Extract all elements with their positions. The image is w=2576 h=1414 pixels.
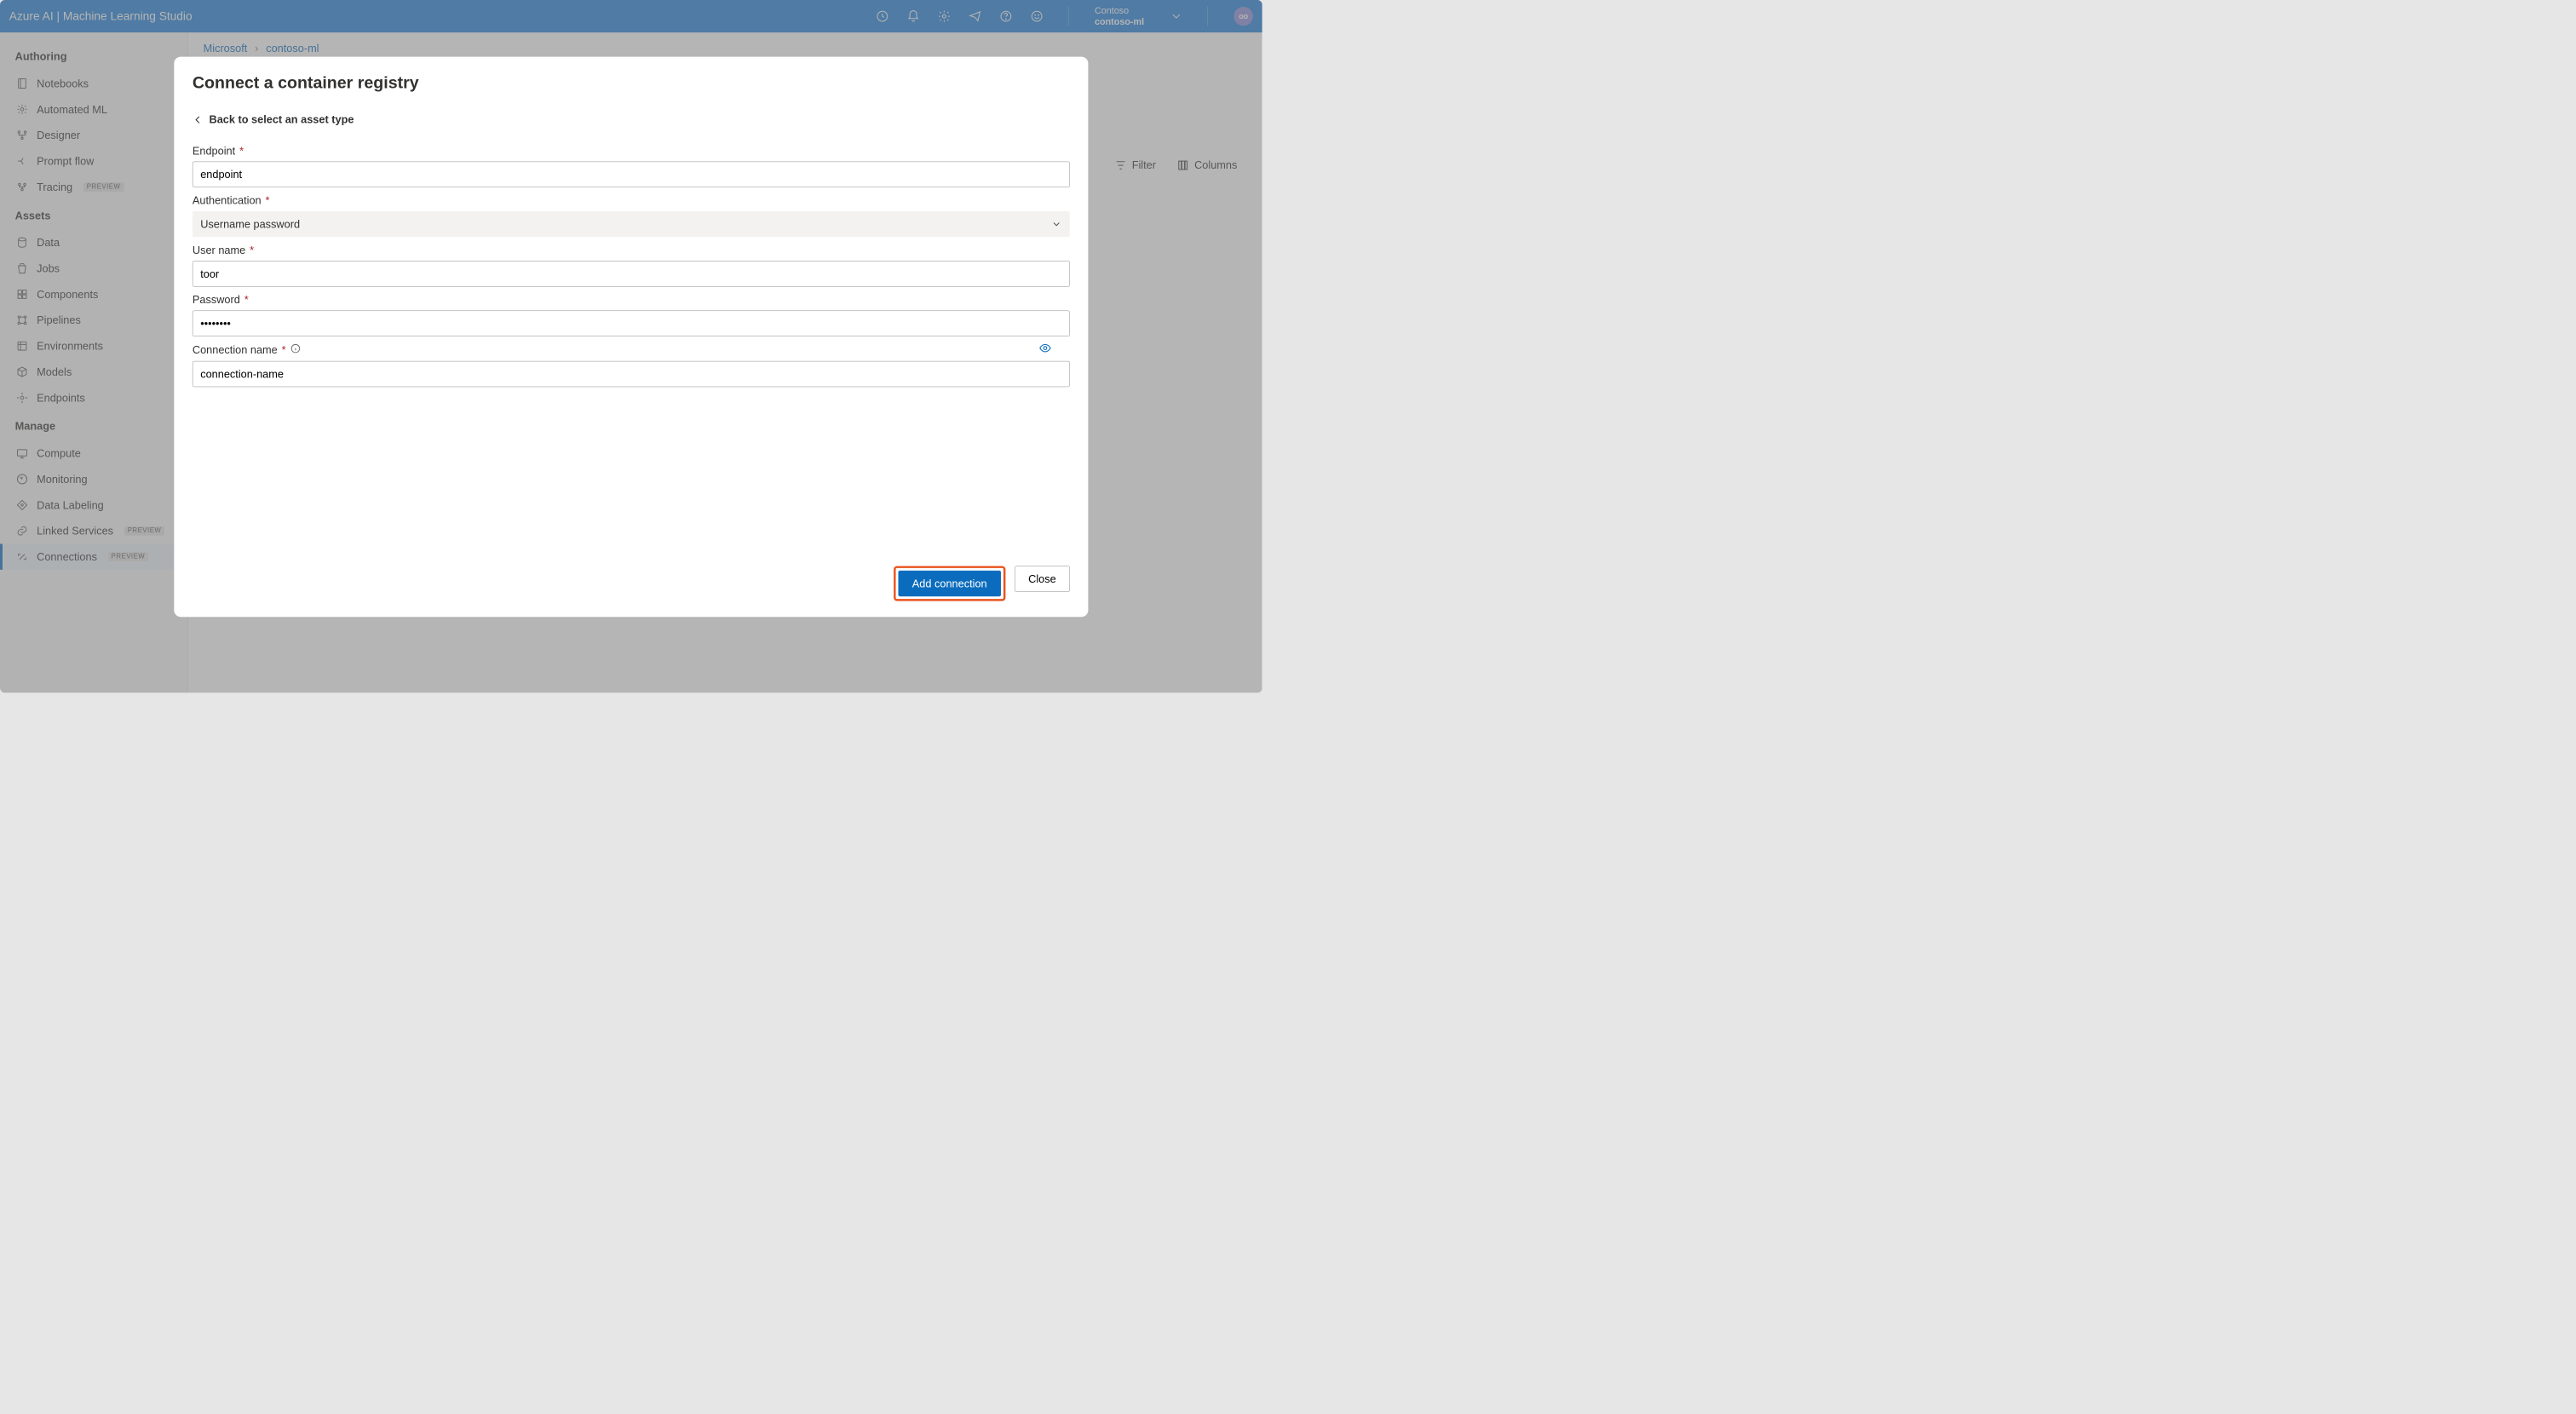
- password-input[interactable]: [193, 311, 1070, 336]
- info-icon[interactable]: [290, 343, 302, 357]
- authentication-select[interactable]: Username password: [193, 211, 1070, 237]
- visibility-toggle-icon[interactable]: [1039, 342, 1052, 355]
- back-link-label: Back to select an asset type: [209, 113, 354, 126]
- back-link[interactable]: Back to select an asset type: [193, 113, 1070, 126]
- password-label: Password*: [193, 293, 1070, 306]
- username-input[interactable]: [193, 261, 1070, 286]
- endpoint-input[interactable]: [193, 162, 1070, 187]
- add-connection-button[interactable]: Add connection: [899, 571, 1001, 596]
- required-asterisk: *: [239, 145, 244, 158]
- endpoint-label: Endpoint*: [193, 145, 1070, 158]
- chevron-down-icon: [1051, 219, 1062, 230]
- authentication-value: Username password: [200, 218, 300, 231]
- modal-overlay: Connect a container registry Back to sel…: [0, 0, 1262, 693]
- required-asterisk: *: [282, 343, 286, 356]
- required-asterisk: *: [266, 194, 270, 207]
- connection-name-input[interactable]: [193, 361, 1070, 387]
- username-label: User name*: [193, 244, 1070, 256]
- required-asterisk: *: [250, 244, 254, 256]
- required-asterisk: *: [244, 293, 249, 306]
- highlight-annotation: Add connection: [894, 566, 1005, 601]
- connection-name-label: Connection name*: [193, 343, 301, 357]
- modal-title: Connect a container registry: [193, 73, 1070, 92]
- authentication-label: Authentication*: [193, 194, 1070, 207]
- connect-registry-modal: Connect a container registry Back to sel…: [174, 57, 1088, 618]
- close-button[interactable]: Close: [1015, 566, 1070, 591]
